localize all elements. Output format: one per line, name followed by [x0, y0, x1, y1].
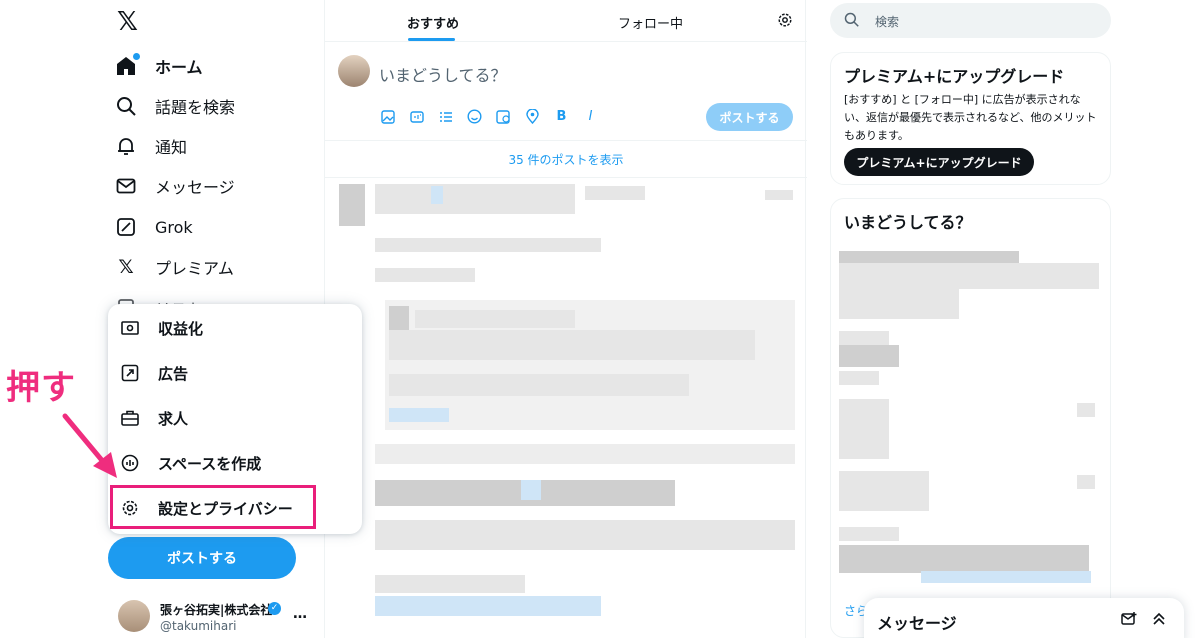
tab-active-indicator	[408, 38, 455, 41]
italic-icon[interactable]: I	[582, 108, 599, 125]
home-icon	[115, 53, 140, 77]
trends-card: いまどうしてる？ さら	[830, 198, 1111, 638]
ads-icon	[120, 363, 140, 383]
search-placeholder: 検索	[875, 15, 900, 29]
menu-item-ads[interactable]: 広告	[108, 351, 362, 395]
gear-icon[interactable]	[777, 12, 793, 32]
annotation-arrow-icon	[62, 413, 117, 478]
menu-item-label: 収益化	[158, 319, 204, 338]
right-sidebar: 検索 プレミアム+にアップグレード [おすすめ] と [フォロー中] に広告が表…	[830, 0, 1112, 638]
composer-input[interactable]: いまどうしてる？	[379, 62, 507, 86]
search-input[interactable]: 検索	[830, 3, 1111, 38]
x-logo-icon[interactable]: 𝕏	[117, 8, 145, 36]
nav-notifications[interactable]: 通知	[115, 126, 187, 166]
nav-label: プレミアム	[155, 259, 234, 278]
composer-toolbar: B I	[379, 108, 599, 125]
verified-badge-icon: ✓	[268, 602, 281, 615]
timeline-tabs: おすすめ フォロー中	[325, 0, 807, 42]
notification-dot	[133, 53, 140, 60]
profile-name: 張ヶ谷拓実|株式会社	[160, 603, 272, 617]
menu-item-monetization[interactable]: 収益化	[108, 306, 362, 350]
nav-home[interactable]: ホーム	[115, 46, 203, 86]
premium-description: [おすすめ] と [フォロー中] に広告が表示されない、返信が最優先で表示される…	[844, 93, 1097, 142]
tab-following[interactable]: フォロー中	[618, 13, 683, 32]
menu-item-label: スペースを作成	[158, 454, 262, 473]
account-switcher[interactable]: 張ヶ谷拓実|株式会社 ✓ @takumihari …	[118, 598, 318, 636]
menu-item-label: 求人	[158, 409, 189, 428]
menu-item-label: 広告	[158, 364, 189, 383]
search-icon	[115, 95, 137, 117]
premium-upgrade-button[interactable]: プレミアム+にアップグレード	[844, 148, 1034, 176]
main-timeline: おすすめ フォロー中 いまどうしてる？ B I ポストする 35 件のポストを表…	[324, 0, 807, 638]
more-menu-popup: 収益化 広告 求人 スペースを作成 設定とプライバシー	[108, 304, 362, 534]
nav-grok[interactable]: Grok	[115, 207, 193, 247]
image-icon[interactable]	[379, 108, 396, 125]
menu-item-settings-privacy[interactable]: 設定とプライバシー	[108, 486, 362, 530]
show-new-posts-link[interactable]: 35 件のポストを表示	[325, 140, 807, 178]
chevron-up-icon[interactable]	[1151, 611, 1167, 631]
bell-icon	[115, 135, 137, 157]
menu-item-jobs[interactable]: 求人	[108, 396, 362, 440]
nav-messages[interactable]: メッセージ	[115, 166, 235, 206]
mail-icon	[115, 175, 137, 197]
nav-explore[interactable]: 話題を検索	[115, 86, 235, 126]
post-button[interactable]: ポストする	[108, 537, 296, 579]
bold-icon[interactable]: B	[553, 108, 570, 125]
avatar	[118, 600, 150, 632]
nav-label: メッセージ	[155, 178, 235, 197]
money-icon	[120, 318, 140, 338]
premium-title: プレミアム+にアップグレード	[844, 67, 1065, 86]
grok-icon	[115, 216, 137, 238]
more-icon[interactable]: …	[293, 606, 308, 622]
composer-post-button[interactable]: ポストする	[706, 103, 793, 131]
search-icon	[844, 12, 859, 31]
gear-icon	[120, 498, 140, 518]
messages-drawer-title: メッセージ	[877, 614, 957, 633]
nav-label: 話題を検索	[155, 98, 236, 117]
nav-label: Grok	[155, 217, 193, 237]
trends-title: いまどうしてる？	[844, 213, 972, 232]
x-logo-icon: 𝕏	[118, 256, 134, 278]
messages-drawer[interactable]: メッセージ	[864, 598, 1184, 638]
nav-label: 通知	[155, 138, 188, 157]
gif-icon[interactable]	[408, 108, 425, 125]
profile-handle: @takumihari	[160, 619, 237, 633]
avatar	[338, 55, 370, 87]
nav-premium[interactable]: 𝕏 プレミアム	[115, 247, 234, 287]
schedule-icon[interactable]	[495, 108, 512, 125]
nav-label: ホーム	[155, 58, 203, 77]
new-message-icon[interactable]	[1121, 611, 1137, 631]
emoji-icon[interactable]	[466, 108, 483, 125]
tab-for-you[interactable]: おすすめ	[407, 13, 459, 32]
menu-item-label: 設定とプライバシー	[158, 499, 293, 518]
poll-icon[interactable]	[437, 108, 454, 125]
menu-item-create-space[interactable]: スペースを作成	[108, 441, 362, 485]
location-icon[interactable]	[524, 108, 541, 125]
premium-card: プレミアム+にアップグレード [おすすめ] と [フォロー中] に広告が表示され…	[830, 52, 1111, 185]
